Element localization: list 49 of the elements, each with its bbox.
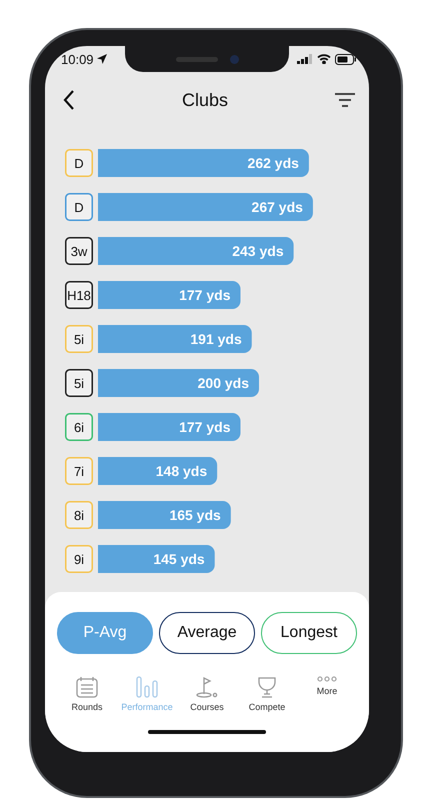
y-tick-label: 8i [74, 508, 84, 523]
distance-value: 200 yds [198, 375, 249, 391]
mode-button[interactable]: Longest [261, 612, 357, 654]
filter-icon[interactable] [335, 93, 355, 107]
club-badge: D [65, 149, 93, 177]
battery-icon [335, 54, 357, 64]
screen-title: Clubs [182, 90, 228, 110]
bar-chart-icon [136, 676, 158, 698]
tab-bar-item[interactable]: Compete [241, 676, 293, 712]
club-badge: 9i [65, 545, 93, 573]
signal-icon [297, 54, 313, 64]
club-badge: 3w [65, 237, 93, 265]
tab-bar-item[interactable]: More [301, 676, 353, 712]
status-time: 10:09 [61, 52, 94, 66]
distance-value: 177 yds [179, 287, 230, 303]
club-badge: 7i [65, 457, 93, 485]
distance-value: 148 yds [156, 463, 208, 479]
club-badge: 6i [65, 413, 93, 441]
distance-value: 243 yds [232, 243, 284, 259]
club-badge: H18 [65, 281, 93, 309]
distance-value: 262 yds [248, 155, 299, 171]
distance-value: 145 yds [153, 551, 205, 567]
y-tick-label: 5i [74, 376, 84, 391]
y-tick-label: 9i [74, 552, 84, 567]
back-icon[interactable] [63, 90, 75, 110]
mode-button[interactable]: Average [159, 612, 255, 654]
tab-bar-item[interactable]: Rounds [61, 676, 113, 712]
club-badge: 5i [65, 325, 93, 353]
location-arrow-icon [96, 54, 107, 64]
distance-value: 165 yds [169, 507, 221, 523]
distance-value: 267 yds [252, 199, 303, 215]
tab-bar-item[interactable]: Courses [181, 676, 233, 712]
distance-value: 191 yds [190, 331, 242, 347]
more-icon [317, 676, 337, 682]
y-tick-label: D [74, 200, 84, 215]
flag-icon [195, 676, 219, 698]
club-badge: 8i [65, 501, 93, 529]
trophy-icon [256, 676, 278, 698]
y-tick-label: H18 [67, 288, 91, 303]
club-badge: 5i [65, 369, 93, 397]
y-tick-label: 3w [70, 244, 88, 259]
distance-value: 177 yds [179, 419, 230, 435]
y-tick-label: 5i [74, 332, 84, 347]
wifi-icon [317, 54, 331, 64]
y-tick-label: 6i [74, 420, 84, 435]
club-badge: D [65, 193, 93, 221]
y-tick-label: D [74, 156, 84, 171]
scorecard-icon [75, 676, 99, 698]
y-tick-label: 7i [74, 464, 84, 479]
